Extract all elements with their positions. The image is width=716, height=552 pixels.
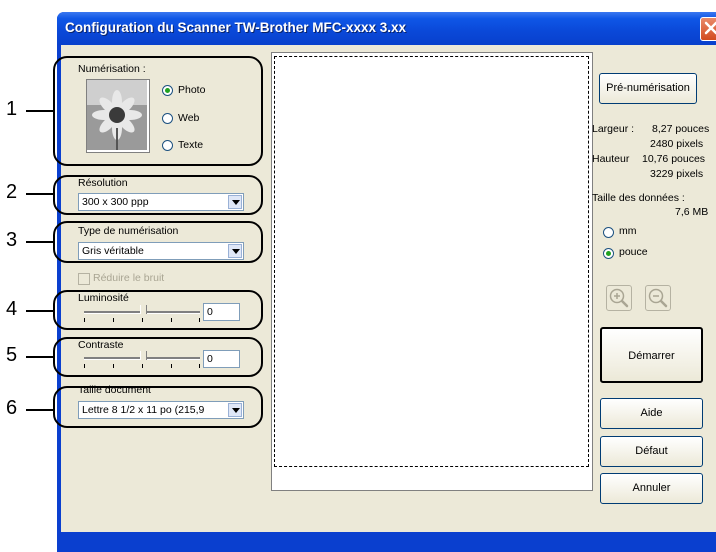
window-title: Configuration du Scanner TW-Brother MFC-… [65,20,407,35]
noise-reduction-checkbox[interactable] [78,273,90,285]
unit-mm-radio[interactable] [603,227,614,238]
slider-tick [199,364,200,368]
scan-type-value: Gris véritable [82,245,144,257]
chevron-down-icon[interactable] [228,403,242,417]
prescan-button[interactable]: Pré-numérisation [599,73,697,104]
slider-tick [171,364,172,368]
height-pixels: 3229 pixels [650,168,704,180]
callout-number-4: 4 [6,298,18,320]
brightness-label: Luminosité [78,292,129,304]
slider-tick [84,364,85,368]
zoom-out-button[interactable] [645,285,671,311]
chevron-down-icon[interactable] [228,244,242,258]
document-size-value: Lettre 8 1/2 x 11 po (215,9 [82,404,205,416]
callout-line-6 [26,409,53,411]
scan-area-selection[interactable] [274,56,589,467]
unit-mm-label: mm [619,225,637,237]
width-label: Largeur : [592,123,635,135]
zoom-in-button[interactable] [606,285,632,311]
slider-tick [142,318,143,322]
callout-line-2 [26,193,53,195]
zoom-in-icon [609,288,629,308]
close-button[interactable] [700,17,716,41]
scan-mode-web-radio[interactable] [162,113,173,124]
callout-number-5: 5 [6,344,18,366]
data-size-value: 7,6 MB [675,206,709,218]
scan-mode-text-label: Texte [178,139,204,151]
scan-type-label: Type de numérisation [78,225,179,237]
height-value: 10,76 pouces [642,153,706,165]
callout-line-5 [26,356,53,358]
callout-number-1: 1 [6,98,18,120]
unit-inch-radio[interactable] [603,248,614,259]
noise-reduction-label: Réduire le bruit [93,272,165,284]
title-bar[interactable]: Configuration du Scanner TW-Brother MFC-… [57,12,716,45]
brightness-slider-thumb[interactable] [140,305,147,314]
help-button[interactable]: Aide [600,398,703,429]
contrast-label: Contraste [78,339,124,351]
start-button[interactable]: Démarrer [600,327,703,383]
contrast-slider-thumb[interactable] [140,351,147,360]
resolution-select[interactable]: 300 x 300 ppp [78,193,244,211]
chevron-down-icon[interactable] [228,195,242,209]
default-button[interactable]: Défaut [600,436,703,467]
cancel-button[interactable]: Annuler [600,473,703,504]
callout-line-4 [26,310,53,312]
slider-tick [199,318,200,322]
slider-tick [84,318,85,322]
document-size-select[interactable]: Lettre 8 1/2 x 11 po (215,9 [78,401,244,419]
callout-line-1 [26,110,53,112]
zoom-out-icon [648,288,668,308]
contrast-value-input[interactable]: 0 [203,350,240,368]
width-value: 8,27 pouces [652,123,710,135]
callout-number-3: 3 [6,229,18,251]
resolution-value: 300 x 300 ppp [82,196,149,208]
brightness-value-input[interactable]: 0 [203,303,240,321]
callout-line-3 [26,241,53,243]
slider-tick [142,364,143,368]
scan-mode-preview-image [86,79,150,153]
close-icon [704,21,716,35]
scan-mode-text-radio[interactable] [162,140,173,151]
scan-type-select[interactable]: Gris véritable [78,242,244,260]
slider-tick [113,318,114,322]
width-pixels: 2480 pixels [650,138,704,150]
scan-mode-photo-radio[interactable] [162,85,173,96]
scan-mode-photo-label: Photo [178,84,206,96]
callout-number-2: 2 [6,181,18,203]
scan-mode-label: Numérisation : [78,63,146,75]
unit-inch-label: pouce [619,246,648,258]
resolution-label: Résolution [78,177,128,189]
slider-tick [113,364,114,368]
sunflower-image-icon [87,80,147,150]
callout-number-6: 6 [6,397,18,419]
height-label: Hauteur [592,153,630,165]
data-size-label: Taille des données : [592,192,685,204]
scan-mode-web-label: Web [178,112,200,124]
slider-tick [171,318,172,322]
document-size-label: Taille document [78,384,151,396]
